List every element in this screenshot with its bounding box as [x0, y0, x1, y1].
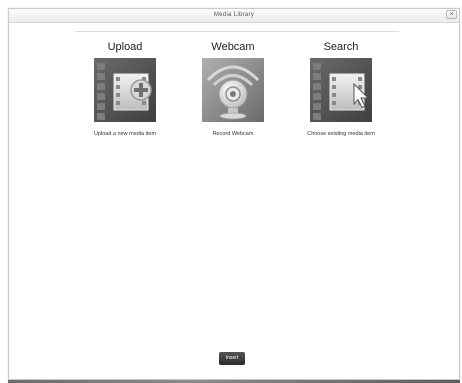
- webcam-caption: Record Webcam: [212, 131, 254, 137]
- insert-button[interactable]: Insert: [219, 352, 245, 365]
- media-library-dialog: Media Library × Upload Upload a new medi…: [8, 8, 460, 380]
- dialog-title: Media Library: [213, 12, 255, 18]
- upload-caption: Upload a new media item: [93, 131, 157, 137]
- dialog-titlebar: Media Library ×: [9, 9, 459, 23]
- film-cursor-icon[interactable]: [310, 58, 372, 122]
- cropped-top-text: [0, 0, 462, 8]
- webcam-heading: Webcam: [211, 41, 255, 53]
- close-button[interactable]: ×: [446, 10, 457, 19]
- page: Media Library × Upload Upload a new medi…: [0, 0, 462, 383]
- search-heading: Search: [323, 41, 359, 53]
- search-caption: Choose existing media item: [307, 131, 375, 137]
- webcam-icon[interactable]: [202, 58, 264, 122]
- upload-option[interactable]: Upload Upload a new media item: [73, 41, 177, 138]
- upload-heading: Upload: [107, 41, 143, 53]
- search-option[interactable]: Search Choose existing media item: [289, 41, 393, 138]
- webcam-option[interactable]: Webcam Record Webcam: [181, 41, 285, 138]
- film-add-icon[interactable]: [94, 58, 156, 122]
- header-divider: [75, 31, 399, 32]
